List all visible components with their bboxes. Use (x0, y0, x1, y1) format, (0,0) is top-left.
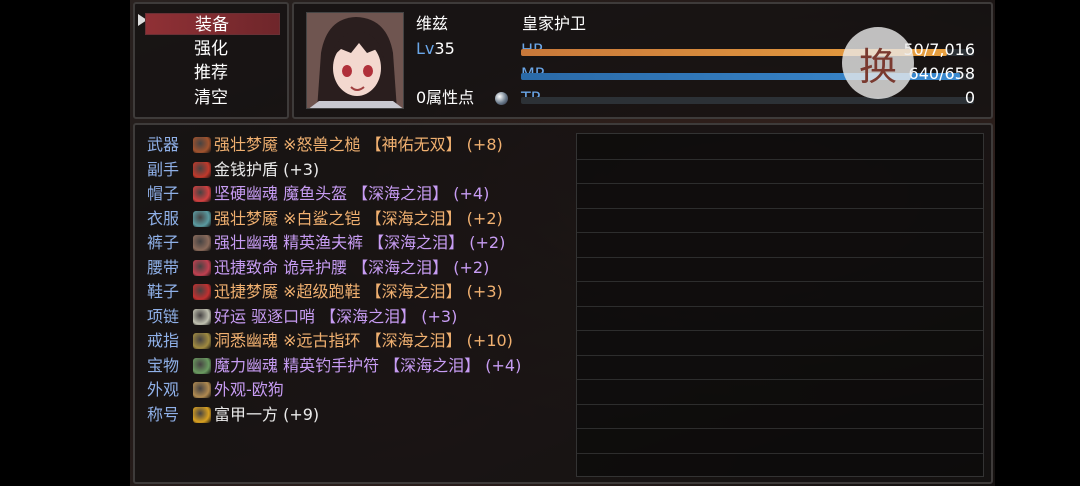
equipment-row[interactable]: 项链 好运 驱逐口哨 【深海之泪】 (+3) (147, 306, 457, 328)
belt-icon (193, 259, 211, 276)
grid-line (577, 281, 983, 282)
whistle-icon (193, 308, 211, 325)
equipment-item-name: 迅捷梦魇 ※超级跑鞋 【深海之泪】 (+3) (214, 282, 503, 301)
equipment-slot-label: 项链 (147, 306, 180, 326)
grid-line (577, 452, 983, 454)
equipment-item-name: 强壮幽魂 精英渔夫裤 【深海之泪】 (+2) (214, 233, 506, 252)
grid-line (577, 403, 983, 405)
equipment-slot-label: 裤子 (147, 233, 180, 252)
grid-line (577, 354, 983, 356)
equipment-slot-label: 鞋子 (147, 282, 180, 301)
equipment-item-name: 富甲一方 (+9) (214, 404, 320, 424)
character-level: Lv35 (416, 39, 455, 59)
equipment-item-name: 金钱护盾 (+3) (214, 159, 320, 179)
equipment-slot-label: 衣服 (147, 208, 180, 228)
equipment-slot-label: 武器 (147, 135, 180, 154)
equipment-row[interactable]: 戒指 洞悉幽魂 ※远古指环 【深海之泪】 (+10) (147, 330, 513, 352)
switch-character-button[interactable]: 换 (842, 27, 914, 99)
menu-item-recommend[interactable]: 推荐 (145, 62, 280, 84)
grid-line (577, 183, 983, 184)
grid-line (577, 428, 983, 429)
equipment-item-name: 强壮梦魇 ※怒兽之槌 【神佑无双】 (+8) (214, 135, 503, 154)
equipment-slot-label: 宝物 (147, 355, 180, 375)
attribute-orb-icon (495, 92, 508, 105)
menu-item-equip[interactable]: 装备 (145, 13, 280, 35)
level-prefix: Lv (416, 39, 435, 58)
equipment-item-name: 坚硬幽魂 魔鱼头盔 【深海之泪】 (+4) (214, 184, 490, 203)
equipment-item-name: 洞悉幽魂 ※远古指环 【深海之泪】 (+10) (214, 331, 513, 350)
equipment-row[interactable]: 腰带 迅捷致命 诡异护腰 【深海之泪】 (+2) (147, 257, 489, 279)
boots-icon (193, 284, 211, 300)
medal-icon (193, 406, 211, 423)
equipment-row[interactable]: 鞋子 迅捷梦魇 ※超级跑鞋 【深海之泪】 (+3) (147, 281, 503, 303)
grid-line (577, 330, 983, 331)
item-detail-grid (576, 133, 984, 477)
character-portrait (306, 12, 404, 109)
equipment-slot-label: 帽子 (147, 184, 180, 203)
grid-line (577, 232, 983, 233)
shield-icon (193, 161, 211, 178)
armor-icon (193, 210, 211, 227)
attribute-points[interactable]: 0属性点 (416, 88, 474, 108)
pants-icon (193, 235, 211, 251)
helmet-icon (193, 186, 211, 202)
equipment-row[interactable]: 武器 强壮梦魇 ※怒兽之槌 【神佑无双】 (+8) (147, 134, 503, 156)
grid-line (577, 379, 983, 380)
equipment-item-name: 强壮梦魇 ※白鲨之铠 【深海之泪】 (+2) (214, 208, 503, 228)
grid-line (577, 207, 983, 209)
menu-item-enhance[interactable]: 强化 (145, 38, 280, 60)
equipment-slot-label: 戒指 (147, 331, 180, 350)
grid-line (577, 256, 983, 258)
equipment-row[interactable]: 副手 金钱护盾 (+3) (147, 159, 319, 181)
amulet-icon (193, 357, 211, 374)
equipment-slot-label: 称号 (147, 404, 180, 424)
character-name: 维兹 (416, 14, 449, 33)
equipment-item-name: 好运 驱逐口哨 【深海之泪】 (+3) (214, 306, 458, 326)
equipment-slot-label: 腰带 (147, 257, 180, 277)
equipment-item-name: 魔力幽魂 精英钓手护符 【深海之泪】 (+4) (214, 355, 522, 375)
equipment-row[interactable]: 外观 外观-欧狗 (147, 379, 284, 401)
equipment-slot-label: 副手 (147, 159, 180, 179)
equipment-item-name: 外观-欧狗 (214, 380, 284, 399)
equipment-row[interactable]: 称号 富甲一方 (+9) (147, 404, 319, 426)
equipment-row[interactable]: 宝物 魔力幽魂 精英钓手护符 【深海之泪】 (+4) (147, 355, 521, 377)
level-value: 35 (434, 39, 455, 58)
equipment-item-name: 迅捷致命 诡异护腰 【深海之泪】 (+2) (214, 257, 490, 277)
hammer-icon (193, 137, 211, 153)
grid-line (577, 305, 983, 307)
equipment-row[interactable]: 衣服 强壮梦魇 ※白鲨之铠 【深海之泪】 (+2) (147, 208, 503, 230)
ring-icon (193, 333, 211, 349)
grid-line (577, 158, 983, 160)
equipment-slot-label: 外观 (147, 380, 180, 399)
menu-item-clear[interactable]: 清空 (145, 87, 280, 109)
switch-character-label: 换 (858, 44, 897, 89)
character-class: 皇家护卫 (522, 14, 587, 33)
figure-icon (193, 382, 211, 398)
equipment-row[interactable]: 帽子 坚硬幽魂 魔鱼头盔 【深海之泪】 (+4) (147, 183, 489, 205)
equipment-row[interactable]: 裤子 强壮幽魂 精英渔夫裤 【深海之泪】 (+2) (147, 232, 505, 254)
